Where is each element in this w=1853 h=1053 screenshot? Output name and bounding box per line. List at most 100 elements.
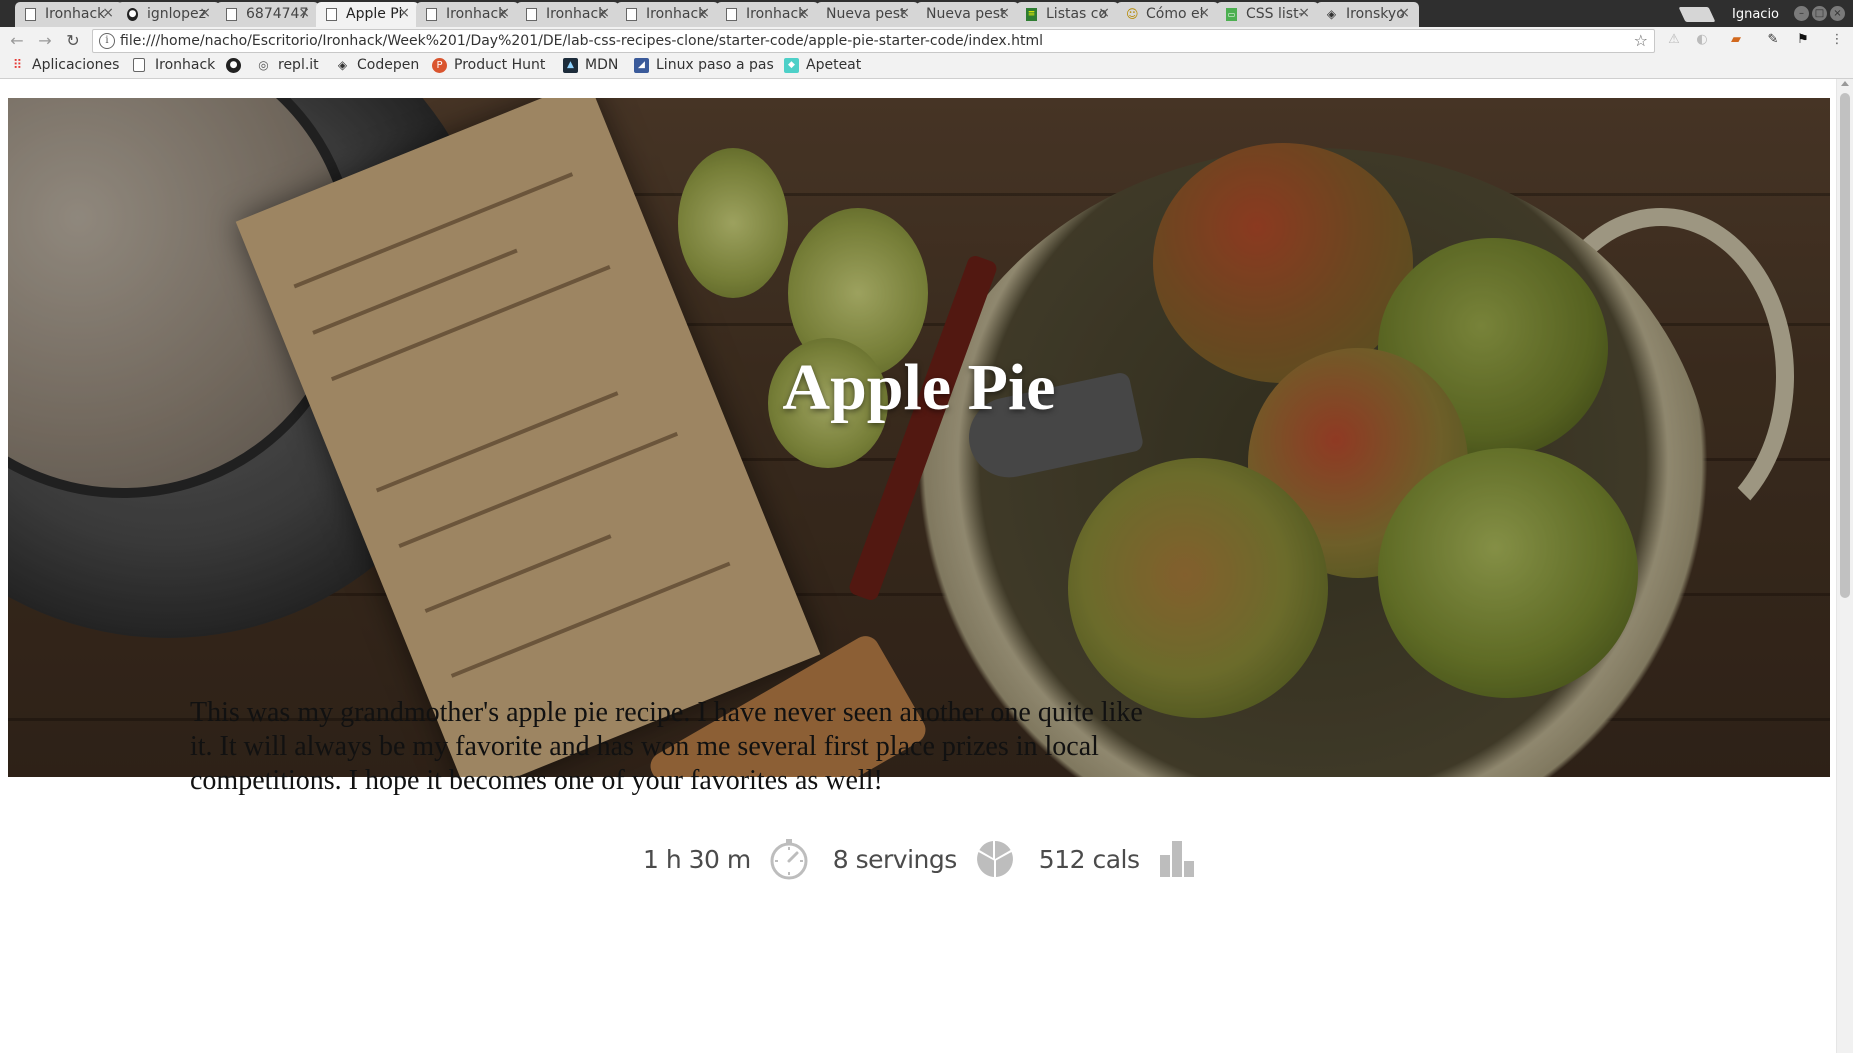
- close-icon[interactable]: ×: [498, 5, 510, 21]
- tab-label: Ironhack: [646, 6, 707, 22]
- tab[interactable]: Ironhack ×: [416, 2, 519, 27]
- linux-icon: ◢: [634, 58, 649, 73]
- close-icon[interactable]: ×: [898, 5, 910, 21]
- tab[interactable]: ≡ Listas co ×: [1016, 2, 1119, 27]
- tab-label: Ironskyo: [1346, 6, 1405, 22]
- codepen-icon: ◈: [337, 58, 348, 72]
- servings: 8 servings: [832, 844, 958, 874]
- bookmark-item[interactable]: ⠿ Aplicaciones: [10, 57, 120, 73]
- page-title: Apple Pie: [782, 351, 1056, 424]
- document-icon: [426, 8, 437, 21]
- cook-time: 1 h 30 m: [643, 844, 751, 874]
- tab[interactable]: Ironhack ×: [516, 2, 619, 27]
- mdn-icon: ▲: [563, 58, 578, 73]
- menu-kebab-icon[interactable]: ⋮: [1829, 32, 1845, 48]
- tab-label: Nueva pest: [926, 6, 1006, 22]
- tab-label: Ironhack: [446, 6, 507, 22]
- bookmark-item[interactable]: Ironhack: [133, 57, 215, 73]
- document-icon: [133, 58, 145, 72]
- browser-toolbar: ← → ↻ i file:///home/nacho/Escritorio/Ir…: [0, 27, 1853, 54]
- tab[interactable]: ☺ Cómo el ×: [1116, 2, 1219, 27]
- document-icon: [326, 8, 337, 21]
- close-icon[interactable]: ×: [298, 5, 310, 21]
- bookmark-label: Aplicaciones: [32, 57, 120, 73]
- tab[interactable]: Ironhack ×: [716, 2, 819, 27]
- close-icon[interactable]: ×: [798, 5, 810, 21]
- bookmark-label: Apeteat: [806, 57, 862, 73]
- github-icon: ●: [226, 58, 241, 73]
- tab[interactable]: Nueva pest ×: [916, 2, 1019, 27]
- extension-icon[interactable]: ⚠: [1666, 32, 1682, 48]
- minimize-icon[interactable]: –: [1794, 6, 1809, 21]
- replit-icon: ◎: [258, 58, 269, 72]
- tab-label: ignlopez: [147, 6, 206, 22]
- tab[interactable]: 6874747 ×: [216, 2, 319, 27]
- close-icon[interactable]: ×: [102, 5, 114, 21]
- extension-icon[interactable]: ✎: [1765, 32, 1781, 48]
- close-icon[interactable]: ×: [199, 5, 211, 21]
- profile-button[interactable]: Ignacio: [1722, 3, 1790, 25]
- bookmark-item[interactable]: ◈ Codepen: [335, 57, 419, 73]
- bookmark-label: repl.it: [278, 57, 319, 73]
- page-scrollbar[interactable]: [1836, 79, 1853, 1053]
- extension-icon[interactable]: ⚑: [1795, 32, 1811, 48]
- document-icon: [626, 8, 637, 21]
- address-bar[interactable]: i file:///home/nacho/Escritorio/Ironhack…: [92, 29, 1655, 53]
- close-icon[interactable]: ×: [598, 5, 610, 21]
- close-icon[interactable]: ×: [998, 5, 1010, 21]
- github-icon: ●: [127, 8, 138, 21]
- apeteat-icon: ◆: [784, 58, 799, 73]
- tab-active[interactable]: Apple Pi ×: [316, 2, 419, 27]
- tab-label: Ironhack: [45, 6, 106, 22]
- bookmark-item[interactable]: P Product Hunt: [432, 57, 545, 73]
- tab[interactable]: Ironhack ×: [15, 2, 123, 27]
- close-icon[interactable]: ×: [398, 5, 410, 21]
- close-icon[interactable]: ×: [698, 5, 710, 21]
- close-icon[interactable]: ×: [1398, 5, 1410, 21]
- tab[interactable]: ● ignlopez ×: [117, 2, 220, 27]
- back-arrow-icon[interactable]: ←: [7, 31, 27, 51]
- extension-icon[interactable]: ◐: [1694, 32, 1710, 48]
- close-window-icon[interactable]: ×: [1830, 6, 1845, 21]
- bookmark-item[interactable]: ◎ repl.it: [256, 57, 319, 73]
- apps-grid-icon: ⠿: [12, 58, 23, 73]
- maximize-icon[interactable]: □: [1812, 6, 1827, 21]
- page-viewport: Apple Pie This was my grandmother's appl…: [0, 79, 1836, 1053]
- url-text[interactable]: file:///home/nacho/Escritorio/Ironhack/W…: [120, 33, 1043, 49]
- codepen-icon: ◈: [1326, 7, 1337, 21]
- bookmark-item[interactable]: ▲ MDN: [563, 57, 618, 73]
- bookmark-label: Ironhack: [155, 57, 216, 73]
- bookmark-item[interactable]: ◢ Linux paso a pas: [634, 57, 788, 73]
- tab-label: CSS list-: [1246, 6, 1304, 22]
- bookmark-label: Codepen: [357, 57, 420, 73]
- close-icon[interactable]: ×: [1198, 5, 1210, 21]
- tab-strip: Ironhack × ● ignlopez × 6874747 × Apple …: [0, 0, 1853, 27]
- close-icon[interactable]: ×: [1098, 5, 1110, 21]
- hero-image: Apple Pie: [8, 98, 1830, 777]
- bookmark-star-icon[interactable]: ☆: [1634, 31, 1648, 50]
- tab[interactable]: Nueva pest ×: [816, 2, 919, 27]
- info-icon[interactable]: i: [99, 33, 115, 49]
- close-icon[interactable]: ×: [1298, 5, 1310, 21]
- css-icon: ▭: [1226, 8, 1237, 21]
- tab-label: Nueva pest: [826, 6, 906, 22]
- recipe-intro: This was my grandmother's apple pie reci…: [190, 697, 1143, 796]
- product-hunt-icon: P: [432, 58, 447, 73]
- tab[interactable]: ◈ Ironskyo ×: [1316, 2, 1419, 27]
- bookmarks-bar: ⠿ Aplicaciones Ironhack ● ◎ repl.it ◈ Co…: [0, 54, 1853, 79]
- tab-label: Cómo el: [1146, 6, 1204, 22]
- extension-icon[interactable]: ▰: [1728, 32, 1744, 48]
- bookmark-item[interactable]: ◆ Apeteat: [784, 57, 861, 73]
- bookmark-label: Product Hunt: [454, 57, 546, 73]
- forward-arrow-icon[interactable]: →: [35, 31, 55, 51]
- bookmark-label: Linux paso a pas: [656, 57, 774, 73]
- tab[interactable]: Ironhack ×: [616, 2, 719, 27]
- listas-icon: ≡: [1026, 8, 1037, 21]
- scrollbar-thumb[interactable]: [1840, 93, 1850, 598]
- smiley-icon: ☺: [1126, 7, 1139, 21]
- new-tab-button[interactable]: [1678, 7, 1716, 22]
- tab[interactable]: ▭ CSS list- ×: [1216, 2, 1319, 27]
- scroll-up-arrow-icon[interactable]: [1841, 81, 1849, 86]
- reload-icon[interactable]: ↻: [63, 31, 83, 51]
- hero-overlay: [8, 98, 1830, 777]
